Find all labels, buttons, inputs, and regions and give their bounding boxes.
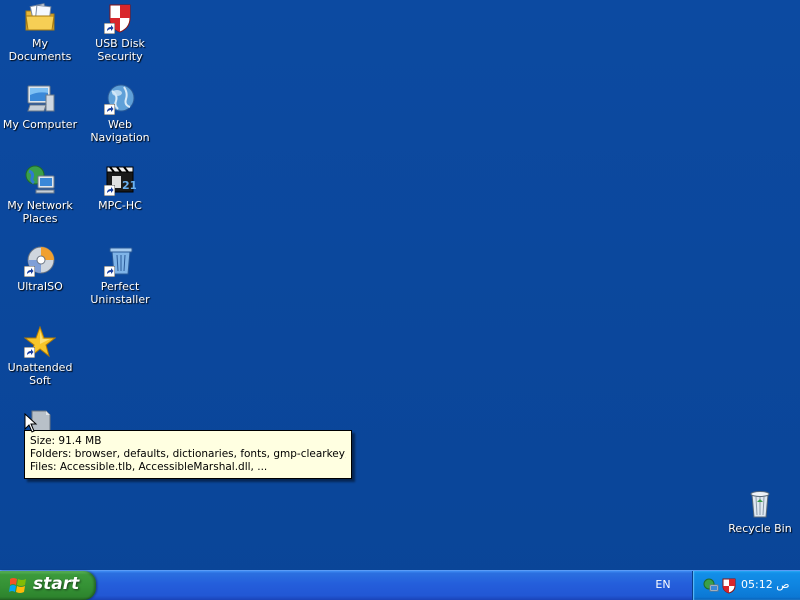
usb-security-tray-icon[interactable] <box>721 578 737 594</box>
desktop-icon-recycle-bin[interactable]: Recycle Bin <box>720 487 800 535</box>
icon-label: USB Disk Security <box>95 37 145 63</box>
shortcut-arrow-icon <box>104 266 115 277</box>
icon-label: My Network Places <box>7 199 73 225</box>
icon-label: Recycle Bin <box>728 522 792 535</box>
windows-logo-icon <box>9 578 26 593</box>
desktop-icon-usb-disk-security[interactable]: USB Disk Security <box>80 2 160 63</box>
desktop-icon-my-network-places[interactable]: My Network Places <box>0 164 80 225</box>
icon-label: MPC-HC <box>98 199 142 212</box>
shortcut-arrow-icon <box>104 23 115 34</box>
start-label: start <box>33 574 80 594</box>
desktop-icon-mpc-hc[interactable]: 21 MPC-HC <box>80 164 160 212</box>
mouse-cursor-icon <box>24 413 38 433</box>
icon-label: UltraISO <box>17 280 63 293</box>
my-computer-icon <box>24 83 56 115</box>
icon-label: Perfect Uninstaller <box>90 280 150 306</box>
icon-label: Unattended Soft <box>7 361 73 387</box>
web-navigation-icon <box>104 83 136 115</box>
system-tray: 05:12 ص <box>692 571 800 600</box>
unattended-soft-icon <box>23 325 57 358</box>
network-places-icon <box>24 164 56 196</box>
shortcut-arrow-icon <box>24 266 35 277</box>
my-documents-icon <box>24 2 56 34</box>
shortcut-arrow-icon <box>104 185 115 196</box>
recycle-bin-icon <box>744 487 776 519</box>
file-info-tooltip: Size: 91.4 MB Folders: browser, defaults… <box>24 430 352 479</box>
icon-label: My Documents <box>8 37 72 63</box>
shortcut-arrow-icon <box>104 104 115 115</box>
network-tray-icon[interactable] <box>703 578 719 594</box>
usb-disk-security-icon <box>104 2 136 34</box>
perfect-uninstaller-icon <box>104 245 136 277</box>
tooltip-files: Files: Accessible.tlb, AccessibleMarshal… <box>30 461 268 473</box>
desktop-icon-web-navigation[interactable]: Web Navigation <box>80 83 160 144</box>
tooltip-size: Size: 91.4 MB <box>30 435 102 447</box>
desktop-icon-my-documents[interactable]: My Documents <box>0 2 80 63</box>
tooltip-folders: Folders: browser, defaults, dictionaries… <box>30 448 346 460</box>
desktop-icon-my-computer[interactable]: My Computer <box>0 83 80 131</box>
mpc-hc-icon: 21 <box>104 164 137 196</box>
start-button[interactable]: start <box>0 571 96 600</box>
shortcut-arrow-icon <box>24 347 35 358</box>
language-indicator[interactable]: EN <box>648 578 678 591</box>
svg-text:21: 21 <box>122 179 136 192</box>
ultraiso-icon <box>24 245 56 277</box>
desktop-icon-unattended-soft[interactable]: Unattended Soft <box>0 325 80 387</box>
desktop-icon-ultraiso[interactable]: UltraISO <box>0 245 80 293</box>
icon-label: Web Navigation <box>90 118 150 144</box>
clock[interactable]: 05:12 ص <box>741 578 790 591</box>
taskbar: start EN 05:12 ص <box>0 570 800 600</box>
icon-label: My Computer <box>2 118 78 131</box>
desktop-icon-perfect-uninstaller[interactable]: Perfect Uninstaller <box>80 245 160 306</box>
